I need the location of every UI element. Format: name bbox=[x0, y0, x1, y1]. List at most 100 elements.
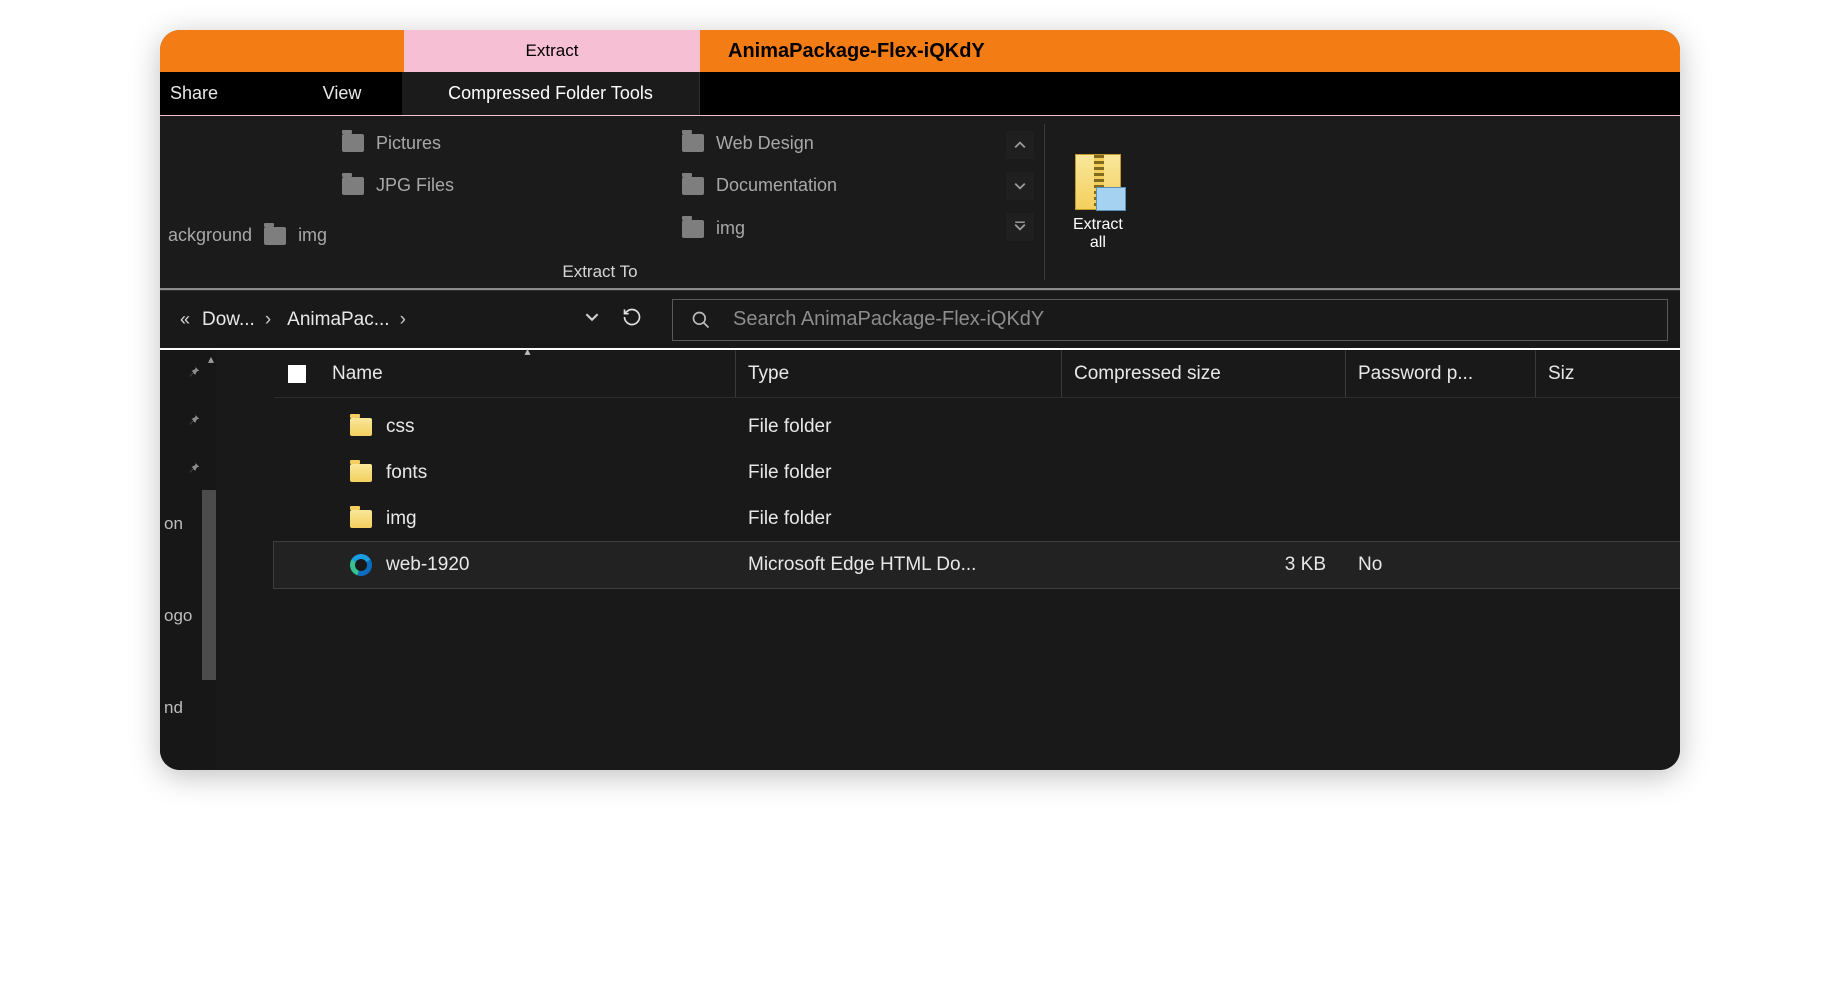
folder-icon bbox=[350, 418, 372, 436]
file-rows: css File folder fonts File folder img File fo… bbox=[274, 398, 1680, 770]
breadcrumb-label: AnimaPac... bbox=[287, 309, 389, 331]
folder-icon bbox=[342, 177, 364, 195]
file-explorer-window: Extract AnimaPackage-Flex-iQKdY Share Vi… bbox=[160, 30, 1680, 770]
cell-name[interactable]: web-1920 bbox=[320, 554, 736, 576]
folder-icon bbox=[264, 227, 286, 245]
destinations-col-b: Web Design Documentation img bbox=[670, 116, 1000, 256]
breadcrumb-animapackage[interactable]: AnimaPac... › bbox=[279, 309, 414, 331]
dest-label: img bbox=[716, 218, 745, 239]
extract-destinations: ackground img Pictures JPG Files x Web D… bbox=[160, 116, 1040, 256]
destinations-scroll bbox=[1000, 116, 1040, 256]
address-history-dropdown[interactable] bbox=[572, 310, 612, 329]
cell-type: Microsoft Edge HTML Do... bbox=[736, 554, 1062, 576]
folder-icon bbox=[350, 464, 372, 482]
scroll-up-icon[interactable]: ▴ bbox=[208, 352, 214, 366]
dest-background[interactable]: ackground img bbox=[160, 221, 335, 250]
gallery-more-button[interactable] bbox=[1006, 213, 1034, 241]
scroll-up-button[interactable] bbox=[1006, 131, 1034, 159]
context-tab-extract[interactable]: Extract bbox=[404, 30, 700, 72]
search-icon bbox=[691, 310, 711, 330]
column-label: Name bbox=[332, 363, 383, 385]
folder-icon bbox=[682, 134, 704, 152]
tab-compressed-folder-tools[interactable]: Compressed Folder Tools bbox=[402, 72, 700, 115]
column-name[interactable]: Name▴ bbox=[320, 350, 736, 397]
column-size[interactable]: Siz bbox=[1536, 350, 1680, 397]
address-bar[interactable]: « Dow... › AnimaPac... › bbox=[172, 299, 652, 341]
pin-icon bbox=[186, 410, 202, 430]
dest-label: img bbox=[298, 225, 327, 246]
pin-icon bbox=[186, 362, 202, 382]
column-password-protected[interactable]: Password p... bbox=[1346, 350, 1536, 397]
cell-type: File folder bbox=[736, 416, 1062, 438]
destinations-col-a: Pictures JPG Files x bbox=[330, 116, 670, 256]
folder-icon bbox=[350, 510, 372, 528]
cell-type: File folder bbox=[736, 462, 1062, 484]
file-name: web-1920 bbox=[386, 554, 469, 576]
cell-type: File folder bbox=[736, 508, 1062, 530]
file-name: css bbox=[386, 416, 415, 438]
cell-name[interactable]: css bbox=[320, 416, 736, 438]
dest-label: Pictures bbox=[376, 133, 441, 154]
ribbon-group-label: Extract To bbox=[160, 256, 1040, 288]
dest-img[interactable]: img bbox=[674, 214, 996, 243]
dest-pictures[interactable]: Pictures bbox=[334, 129, 666, 158]
dest-label: ackground bbox=[168, 225, 252, 246]
file-list: Name▴ Type Compressed size Password p...… bbox=[274, 350, 1680, 770]
folder-icon bbox=[342, 134, 364, 152]
zip-extract-icon bbox=[1075, 154, 1121, 210]
file-name: fonts bbox=[386, 462, 427, 484]
content-gutter bbox=[216, 350, 274, 770]
column-headers: Name▴ Type Compressed size Password p...… bbox=[274, 350, 1680, 398]
title-bar: Extract AnimaPackage-Flex-iQKdY bbox=[160, 30, 1680, 72]
nav-item-cut[interactable]: nd bbox=[164, 698, 183, 718]
cell-name[interactable]: img bbox=[320, 508, 736, 530]
ribbon-group-extract-to: ackground img Pictures JPG Files x Web D… bbox=[160, 116, 1040, 288]
window-title: AnimaPackage-Flex-iQKdY bbox=[700, 30, 1680, 72]
column-type[interactable]: Type bbox=[736, 350, 1062, 397]
chevron-right-icon[interactable]: › bbox=[400, 309, 406, 331]
tab-view[interactable]: View bbox=[282, 72, 402, 115]
table-row[interactable]: web-1920 Microsoft Edge HTML Do...3 KBNo bbox=[274, 542, 1680, 588]
cell-password: No bbox=[1346, 554, 1536, 576]
extract-all-label: Extractall bbox=[1073, 216, 1123, 253]
dest-label: Web Design bbox=[716, 133, 814, 154]
table-row[interactable]: fonts File folder bbox=[274, 450, 1680, 496]
ribbon-body: ackground img Pictures JPG Files x Web D… bbox=[160, 116, 1680, 290]
nav-item-cut[interactable]: ogo bbox=[164, 606, 192, 626]
extract-all-button[interactable]: Extractall bbox=[1057, 116, 1139, 288]
table-row[interactable]: img File folder bbox=[274, 496, 1680, 542]
cell-compressed-size: 3 KB bbox=[1062, 554, 1346, 576]
ribbon-separator bbox=[1044, 124, 1045, 280]
table-row[interactable]: css File folder bbox=[274, 404, 1680, 450]
column-compressed-size[interactable]: Compressed size bbox=[1062, 350, 1346, 397]
breadcrumb-downloads[interactable]: Dow... › bbox=[194, 309, 279, 331]
edge-icon bbox=[350, 554, 372, 576]
dest-jpg-files[interactable]: JPG Files bbox=[334, 171, 666, 200]
checkbox-icon bbox=[288, 365, 306, 383]
main-area: ▴ on ogo nd Name▴ Type Compressed size P… bbox=[160, 350, 1680, 770]
history-chevrons-icon[interactable]: « bbox=[172, 309, 194, 330]
file-name: img bbox=[386, 508, 417, 530]
ribbon-tabs: Share View Compressed Folder Tools bbox=[160, 72, 1680, 116]
folder-icon bbox=[682, 220, 704, 238]
nav-pane-stub[interactable]: ▴ on ogo nd bbox=[160, 350, 216, 770]
sort-asc-icon: ▴ bbox=[524, 344, 530, 358]
address-search-row: « Dow... › AnimaPac... › Search AnimaPacka… bbox=[160, 290, 1680, 350]
pin-icon bbox=[186, 458, 202, 478]
cell-name[interactable]: fonts bbox=[320, 462, 736, 484]
scroll-down-button[interactable] bbox=[1006, 172, 1034, 200]
title-bar-spacer bbox=[160, 30, 404, 72]
dest-label: Documentation bbox=[716, 175, 837, 196]
search-input[interactable]: Search AnimaPackage-Flex-iQKdY bbox=[672, 299, 1668, 341]
refresh-button[interactable] bbox=[612, 307, 652, 332]
nav-item-cut[interactable]: on bbox=[164, 514, 183, 534]
tab-share[interactable]: Share bbox=[160, 72, 282, 115]
search-placeholder: Search AnimaPackage-Flex-iQKdY bbox=[733, 308, 1044, 331]
nav-scrollbar[interactable] bbox=[202, 490, 216, 680]
dest-documentation[interactable]: Documentation bbox=[674, 171, 996, 200]
dest-web-design[interactable]: Web Design bbox=[674, 129, 996, 158]
breadcrumb-label: Dow... bbox=[202, 309, 255, 331]
folder-icon bbox=[682, 177, 704, 195]
column-select-all[interactable] bbox=[274, 350, 320, 397]
chevron-right-icon[interactable]: › bbox=[265, 309, 271, 331]
